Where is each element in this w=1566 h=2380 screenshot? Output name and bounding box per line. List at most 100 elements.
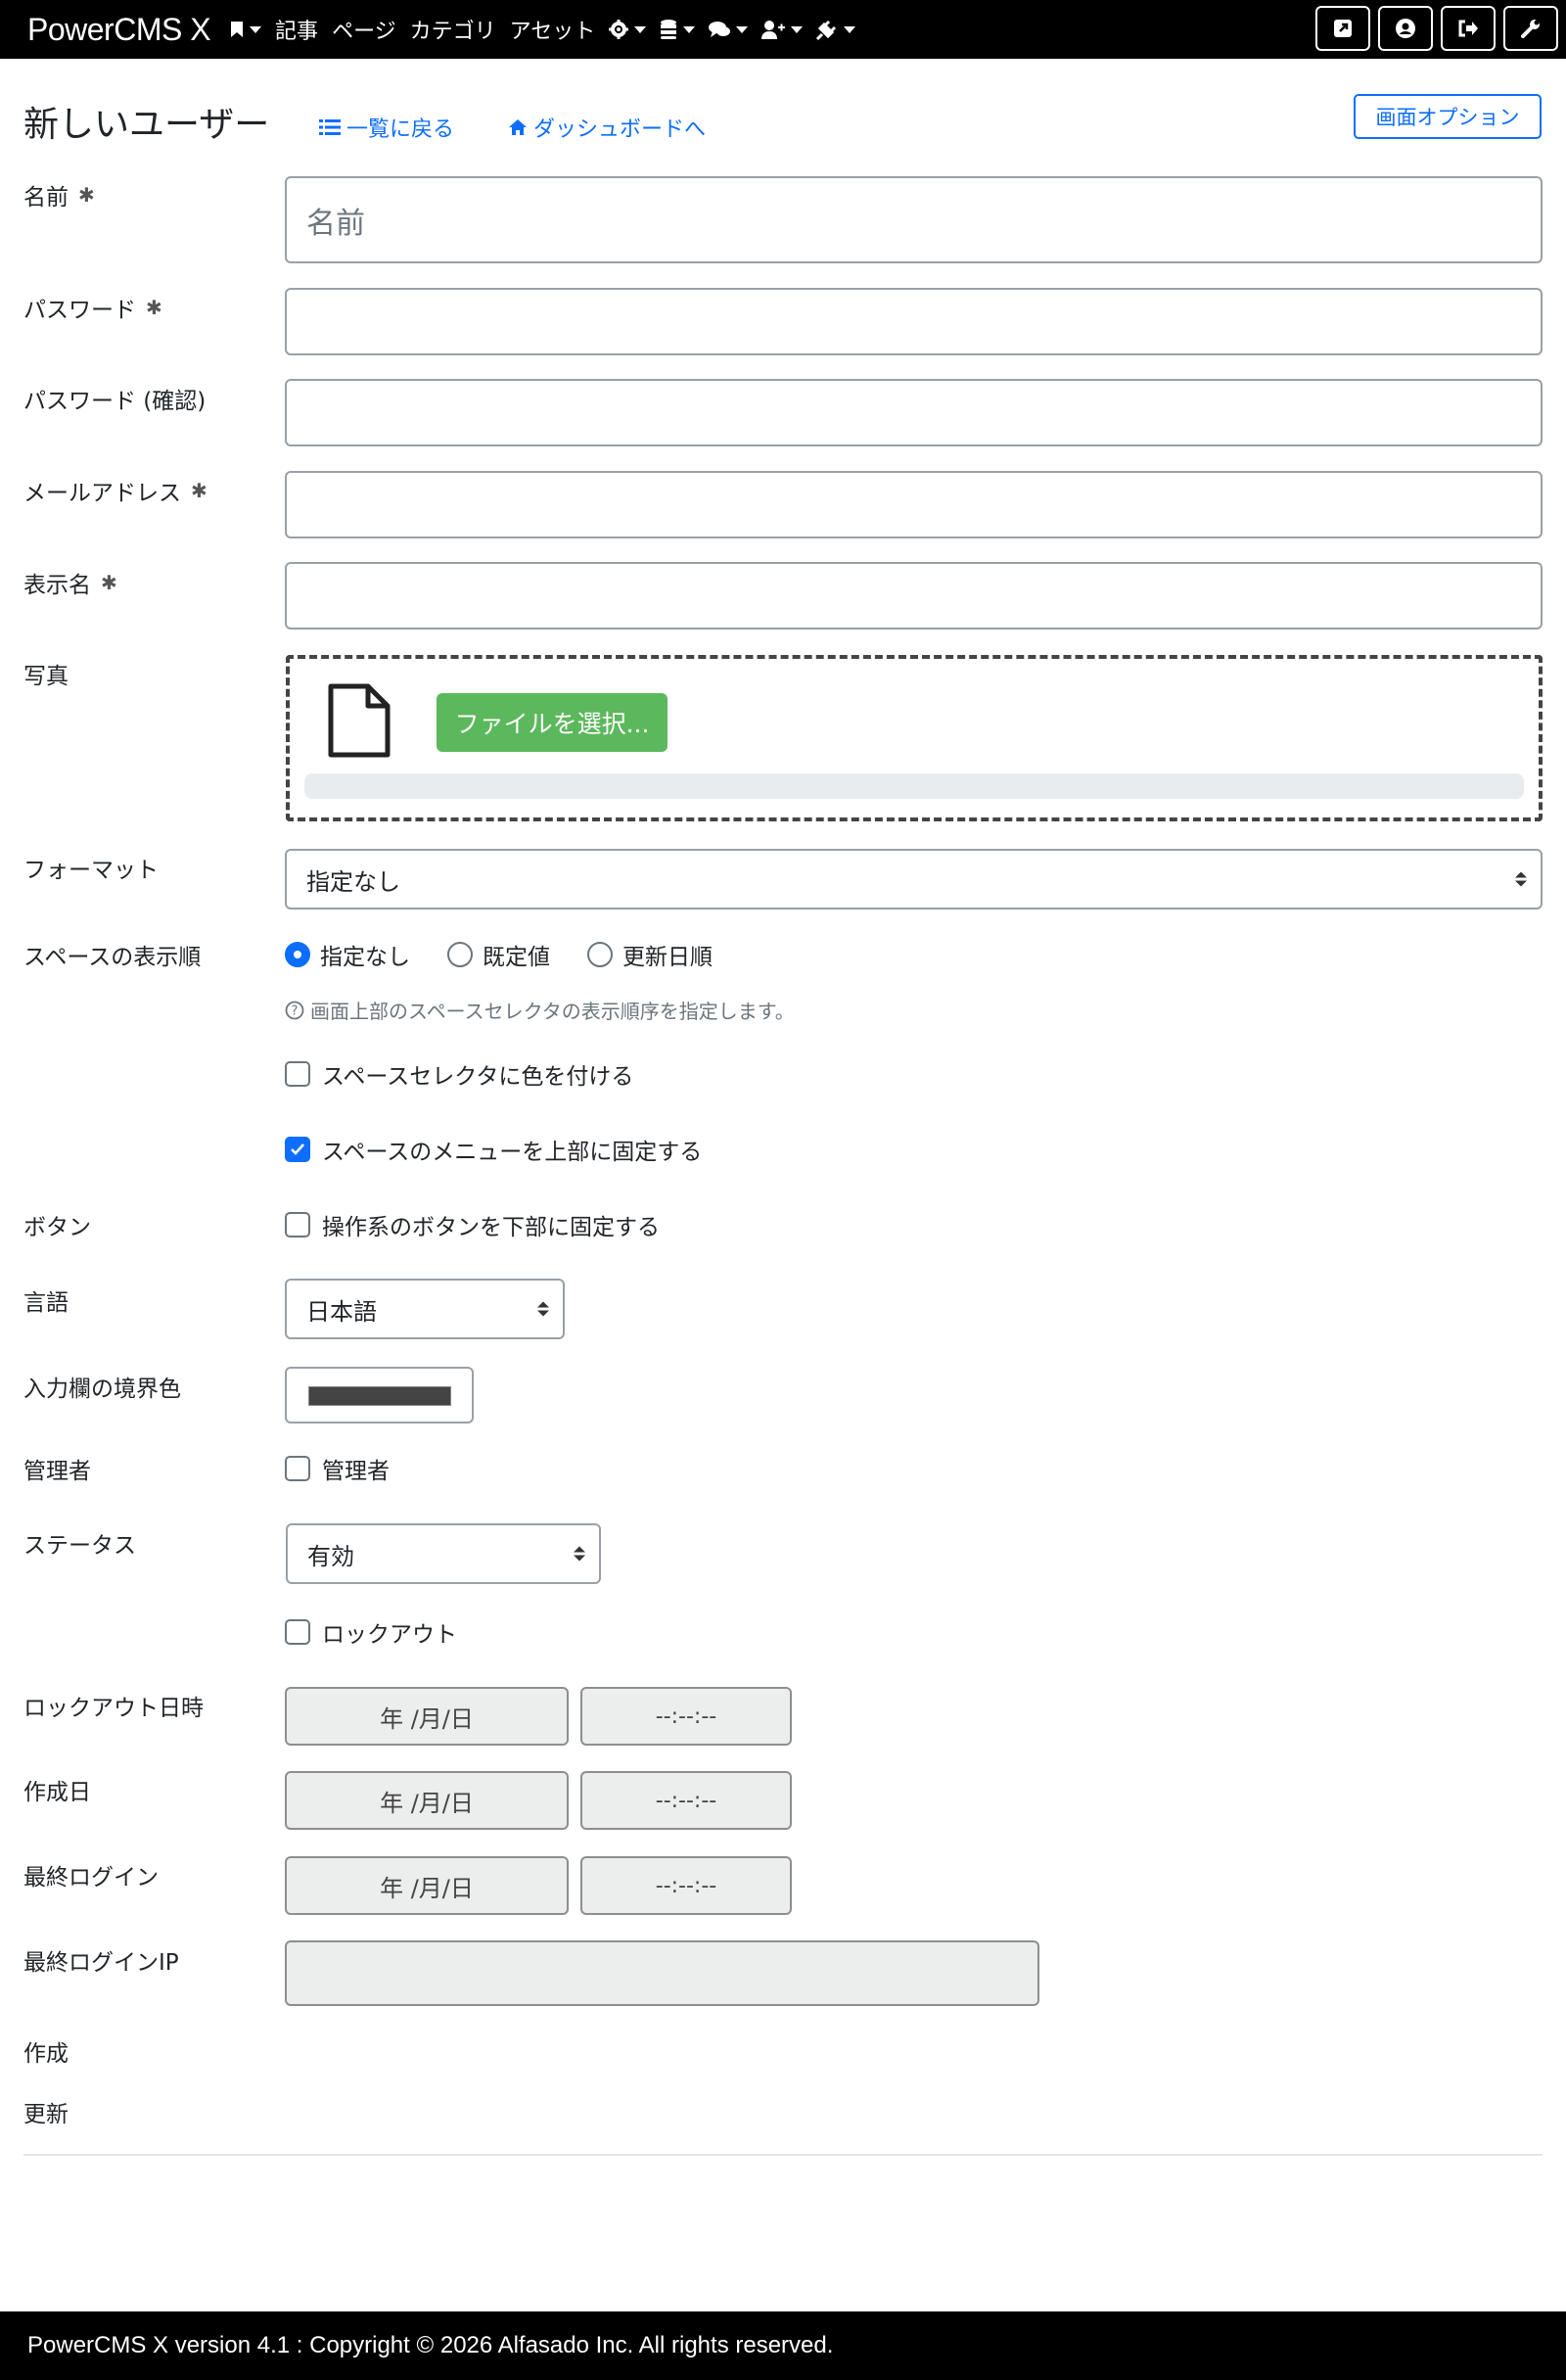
external-link-icon — [1334, 20, 1352, 37]
top-navbar: PowerCMS X 記事 ページ カテゴリ アセット — [0, 0, 1566, 59]
question-circle-icon: ? — [285, 1001, 304, 1019]
back-to-list-link[interactable]: 一覧に戻る — [319, 112, 454, 143]
format-label: フォーマット — [23, 858, 159, 883]
user-plus-icon — [761, 21, 786, 39]
dashboard-link[interactable]: ダッシュボードへ — [508, 112, 706, 143]
lockout-checkbox[interactable] — [285, 1619, 310, 1645]
plugins-menu[interactable] — [816, 19, 856, 40]
name-label-text: 名前 — [23, 185, 69, 210]
user-profile-button[interactable] — [1378, 6, 1433, 51]
email-label-text: メールアドレス — [23, 481, 181, 506]
space-order-label: スペースの表示順 — [23, 945, 202, 970]
space-order-option-none[interactable]: 指定なし — [285, 938, 410, 971]
choose-file-button[interactable]: ファイルを選択... — [437, 693, 668, 752]
database-menu[interactable] — [660, 19, 696, 40]
sign-out-icon — [1458, 20, 1478, 37]
required-icon: ✱ — [191, 479, 207, 502]
fix-menu-checkbox-row[interactable]: スペースのメニューを上部に固定する — [285, 1133, 702, 1166]
user-circle-icon — [1396, 19, 1415, 38]
select-arrows-icon — [1515, 871, 1527, 887]
fix-menu-checkbox[interactable] — [285, 1137, 310, 1162]
admin-checkbox-row[interactable]: 管理者 — [285, 1452, 390, 1485]
select-arrows-icon — [537, 1301, 549, 1317]
created-time-input[interactable]: --:--:-- — [580, 1771, 792, 1830]
checkbox-label: スペースセレクタに色を付ける — [322, 1064, 634, 1090]
lockout-time-input[interactable]: --:--:-- — [580, 1687, 792, 1746]
radio-label: 更新日順 — [622, 945, 713, 970]
footer: PowerCMS X version 4.1 : Copyright © 202… — [0, 2311, 1566, 2380]
last-login-time-input[interactable]: --:--:-- — [580, 1856, 792, 1915]
fix-buttons-checkbox-row[interactable]: 操作系のボタンを下部に固定する — [285, 1208, 660, 1241]
plug-icon — [816, 20, 837, 40]
tools-button[interactable] — [1503, 6, 1558, 51]
display-name-label-text: 表示名 — [23, 573, 91, 598]
radio-icon[interactable] — [587, 942, 613, 967]
status-selected-value: 有効 — [307, 1542, 354, 1570]
chevron-down-icon — [791, 25, 804, 33]
nav-item-assets[interactable]: アセット — [510, 14, 596, 45]
radio-label: 指定なし — [320, 945, 410, 970]
created-date-input[interactable]: 年 /月/日 — [285, 1771, 569, 1830]
name-input[interactable]: 名前 — [285, 176, 1543, 263]
brand-logo[interactable]: PowerCMS X — [27, 12, 211, 48]
status-label: ステータス — [23, 1533, 136, 1559]
email-label: メールアドレス ✱ — [23, 474, 207, 507]
border-color-picker[interactable] — [285, 1367, 474, 1423]
display-name-input[interactable] — [285, 562, 1543, 630]
upload-progress-bar — [304, 773, 1524, 799]
created-date-label: 作成日 — [23, 1780, 91, 1805]
space-order-option-updated[interactable]: 更新日順 — [587, 938, 713, 971]
checkbox-label: 管理者 — [322, 1459, 390, 1484]
password-confirm-input[interactable] — [285, 379, 1543, 446]
name-placeholder: 名前 — [306, 206, 365, 241]
lockout-checkbox-row[interactable]: ロックアウト — [285, 1615, 457, 1649]
password-input[interactable] — [285, 288, 1543, 355]
buttons-label: ボタン — [23, 1215, 91, 1240]
nav-right-buttons — [1315, 6, 1558, 51]
last-login-ip-label: 最終ログインIP — [23, 1950, 179, 1976]
modified-by-label: 更新 — [23, 2102, 69, 2127]
language-select[interactable]: 日本語 — [285, 1279, 565, 1339]
chevron-down-icon — [683, 25, 696, 33]
comments-menu[interactable] — [709, 21, 749, 38]
last-login-date-input[interactable]: 年 /月/日 — [285, 1856, 569, 1915]
admin-label: 管理者 — [23, 1459, 91, 1484]
created-by-label: 作成 — [23, 2041, 69, 2067]
home-icon — [509, 119, 527, 135]
nav-item-categories[interactable]: カテゴリ — [410, 14, 496, 45]
format-selected-value: 指定なし — [306, 867, 400, 896]
footer-copyright: PowerCMS X version 4.1 : Copyright © 202… — [27, 2332, 834, 2358]
radio-selected-icon[interactable] — [285, 942, 310, 967]
nav-item-pages[interactable]: ページ — [332, 14, 396, 45]
bookmark-icon — [231, 22, 244, 37]
space-color-checkbox-row[interactable]: スペースセレクタに色を付ける — [285, 1057, 633, 1091]
language-label: 言語 — [23, 1290, 69, 1316]
users-menu[interactable] — [761, 20, 804, 39]
format-select[interactable]: 指定なし — [285, 849, 1543, 910]
divider — [23, 2154, 1543, 2156]
space-color-checkbox[interactable] — [285, 1061, 310, 1087]
name-label: 名前 ✱ — [23, 178, 95, 211]
screen-options-button[interactable]: 画面オプション — [1354, 94, 1542, 139]
fix-buttons-checkbox[interactable] — [285, 1212, 310, 1237]
chevron-down-icon — [844, 25, 856, 33]
view-site-button[interactable] — [1315, 6, 1370, 51]
photo-dropzone[interactable]: ファイルを選択... — [286, 655, 1543, 821]
checkbox-label: 操作系のボタンを下部に固定する — [322, 1215, 660, 1240]
radio-icon[interactable] — [447, 942, 473, 967]
file-icon — [328, 683, 391, 758]
nav-item-entries[interactable]: 記事 — [275, 14, 318, 45]
last-login-ip-input[interactable] — [285, 1940, 1039, 2006]
email-input[interactable] — [285, 471, 1543, 538]
checkbox-label: スペースのメニューを上部に固定する — [322, 1140, 703, 1165]
radio-label: 既定値 — [483, 945, 550, 970]
admin-checkbox[interactable] — [285, 1456, 310, 1481]
settings-menu[interactable] — [609, 20, 647, 39]
logout-button[interactable] — [1441, 6, 1496, 51]
space-order-option-default[interactable]: 既定値 — [447, 938, 550, 971]
list-icon — [319, 119, 341, 135]
database-icon — [661, 20, 677, 39]
lockout-date-input[interactable]: 年 /月/日 — [285, 1687, 569, 1746]
bookmark-menu[interactable] — [230, 21, 262, 38]
status-select[interactable]: 有効 — [286, 1523, 601, 1584]
